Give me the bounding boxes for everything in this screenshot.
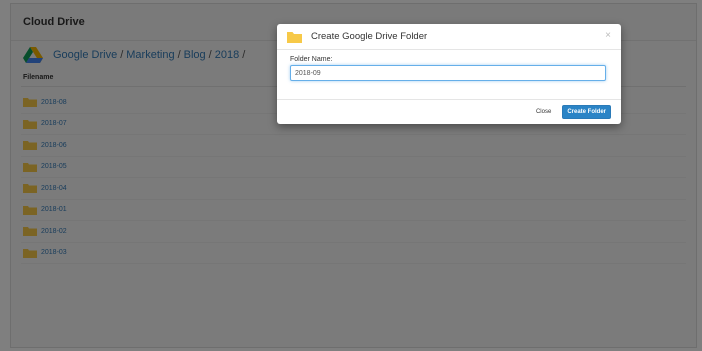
create-folder-modal: Create Google Drive Folder × Folder Name… xyxy=(277,24,621,124)
close-button[interactable]: Close xyxy=(530,105,557,119)
modal-footer: Close Create Folder xyxy=(277,99,621,124)
modal-title: Create Google Drive Folder xyxy=(311,31,428,42)
create-folder-button[interactable]: Create Folder xyxy=(562,105,611,119)
folder-icon xyxy=(287,31,302,43)
close-icon[interactable]: × xyxy=(605,30,611,41)
modal-header: Create Google Drive Folder × xyxy=(277,24,621,50)
modal-body: Folder Name: xyxy=(277,50,621,81)
folder-name-label: Folder Name: xyxy=(290,56,333,63)
folder-name-input[interactable] xyxy=(290,65,606,81)
